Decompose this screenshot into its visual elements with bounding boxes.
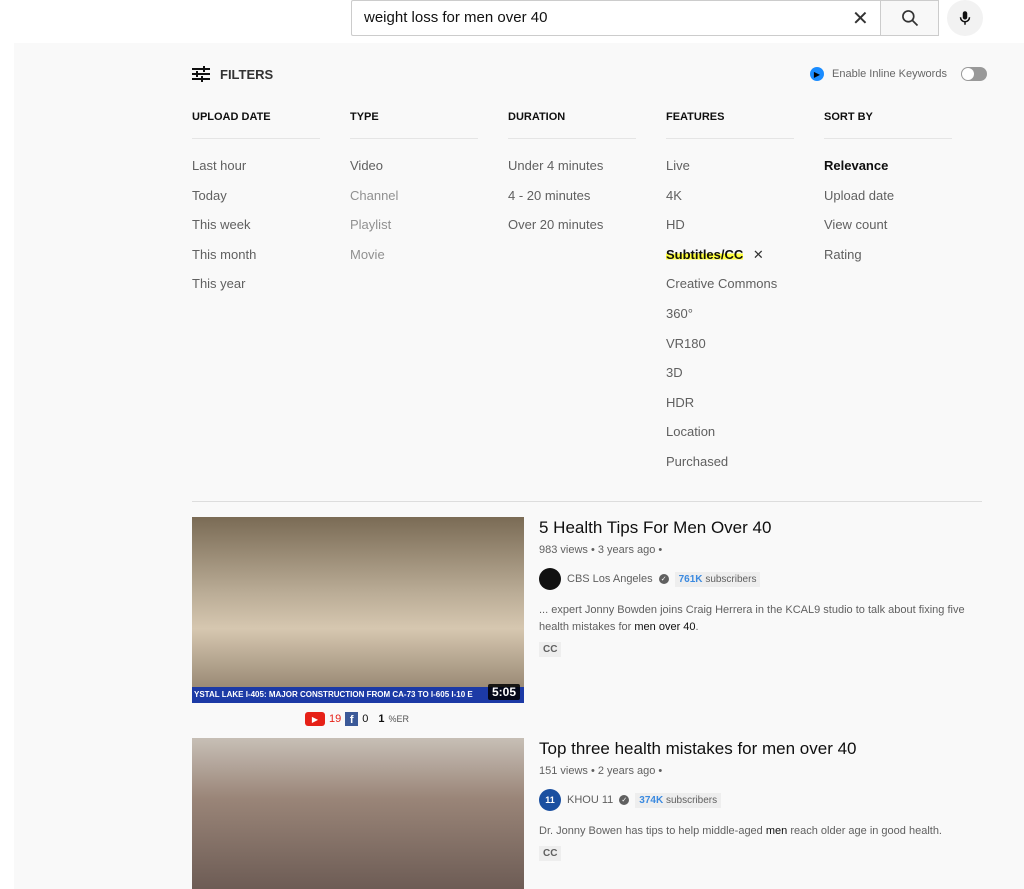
filter-column: DURATION Under 4 minutes 4 - 20 minutes Ove… [508, 111, 636, 247]
filters-button[interactable]: FILTERS [192, 66, 273, 82]
verified-icon: ✓ [619, 795, 630, 805]
filter-option[interactable]: 4K [666, 188, 794, 218]
filter-column: TYPE Video Channel Playlist Movie [350, 111, 478, 276]
filter-option[interactable]: VR180 [666, 336, 794, 366]
video-thumbnail[interactable] [192, 738, 524, 889]
desc-text: reach older age in good health. [787, 825, 942, 837]
filter-column: FEATURES Live 4K HD Subtitles/CC ✕ Creative C… [666, 111, 794, 484]
video-thumbnail[interactable]: YSTAL LAKE I-405: MAJOR CONSTRUCTION FRO… [192, 517, 524, 703]
filter-option-label: Subtitles/CC [666, 246, 744, 262]
filter-column: UPLOAD DATE Last hour Today This week This m… [192, 111, 320, 306]
filter-option[interactable]: Upload date [824, 188, 952, 218]
filter-option[interactable]: Video [350, 158, 478, 188]
filter-column-header: FEATURES [666, 111, 794, 139]
filter-option[interactable]: HD [666, 217, 794, 247]
er-value: 1 [378, 713, 385, 725]
divider [192, 501, 982, 502]
search-icon [901, 10, 918, 27]
desc-text: Dr. Jonny Bowen has tips to help middle-… [539, 825, 766, 837]
desc-highlight: men over 40 [634, 621, 696, 633]
channel-avatar[interactable]: 11 [539, 789, 561, 811]
filter-column-header: SORT BY [824, 111, 952, 139]
filter-option[interactable]: This week [192, 217, 320, 247]
search-button[interactable] [880, 0, 939, 36]
filter-option[interactable]: Rating [824, 247, 952, 277]
verified-icon: ✓ [658, 574, 669, 584]
close-icon[interactable]: ✕ [852, 6, 869, 31]
channel-row: 11 KHOU 11 ✓ 374K subscribers [539, 789, 989, 811]
video-meta: 983 views • 3 years ago • [539, 544, 663, 556]
filter-option[interactable]: Under 4 minutes [508, 158, 636, 188]
video-description: ... expert Jonny Bowden joins Craig Herr… [539, 602, 989, 636]
cc-badge: CC [539, 846, 562, 861]
filter-option[interactable]: Creative Commons [666, 276, 794, 306]
filter-option[interactable]: Last hour [192, 158, 320, 188]
filter-option[interactable]: Purchased [666, 454, 794, 484]
channel-name[interactable]: KHOU 11 [567, 794, 613, 806]
video-result: 5 Health Tips For Men Over 40 983 views … [539, 518, 989, 657]
filter-column: SORT BY Relevance Upload date View count Rat… [824, 111, 952, 276]
filter-option[interactable]: Today [192, 188, 320, 218]
video-title[interactable]: 5 Health Tips For Men Over 40 [539, 518, 989, 538]
inline-keywords: ▶ Enable Inline Keywords [810, 67, 987, 81]
subs-count: 761K [678, 573, 703, 585]
video-description: Dr. Jonny Bowen has tips to help middle-… [539, 823, 989, 840]
filter-option[interactable]: Playlist [350, 217, 478, 247]
duration-badge: 5:05 [487, 684, 520, 700]
filter-option[interactable]: Relevance [824, 158, 952, 188]
desc-highlight: men [765, 825, 788, 837]
filter-option[interactable]: This month [192, 247, 320, 277]
video-result: Top three health mistakes for men over 4… [539, 739, 989, 861]
filter-option[interactable]: Movie [350, 247, 478, 277]
inline-keywords-label: Enable Inline Keywords [832, 68, 947, 80]
subscriber-badge: 761K subscribers [674, 571, 761, 587]
mic-icon [959, 11, 971, 25]
filter-column-header: UPLOAD DATE [192, 111, 320, 139]
video-title[interactable]: Top three health mistakes for men over 4… [539, 739, 989, 759]
desc-text: . [695, 621, 699, 633]
fb-count: 0 [362, 713, 369, 725]
filter-option[interactable]: Live [666, 158, 794, 188]
sliders-icon [192, 66, 210, 82]
channel-name[interactable]: CBS Los Angeles [567, 573, 653, 585]
er-label: %ER [388, 714, 410, 724]
filter-option[interactable]: 4 - 20 minutes [508, 188, 636, 218]
filters-label: FILTERS [220, 66, 274, 82]
filter-option[interactable]: Subtitles/CC ✕ [666, 246, 794, 277]
subs-count: 374K [639, 794, 664, 806]
filter-option[interactable]: Channel [350, 188, 478, 218]
subs-label: subscribers [705, 573, 757, 585]
video-meta: 151 views • 2 years ago • [539, 765, 663, 777]
search-input[interactable]: weight loss for men over 40 [351, 0, 881, 36]
remove-filter-icon[interactable]: ✕ [753, 247, 764, 262]
filter-option[interactable]: 3D [666, 365, 794, 395]
video-stats: ▶ 19 f0 1 %ER [305, 712, 409, 726]
filter-option[interactable]: Location [666, 424, 794, 454]
filter-option[interactable]: 360° [666, 306, 794, 336]
channel-avatar[interactable] [539, 568, 561, 590]
subscriber-badge: 374K subscribers [635, 792, 722, 808]
facebook-icon: f [345, 712, 359, 726]
filter-column-header: DURATION [508, 111, 636, 139]
cc-badge: CC [539, 642, 562, 657]
filter-option[interactable]: This year [192, 276, 320, 306]
youtube-icon: ▶ [305, 712, 325, 726]
yt-count: 19 [329, 713, 342, 725]
extension-logo-icon: ▶ [810, 67, 824, 81]
subs-label: subscribers [665, 794, 718, 806]
news-ticker: YSTAL LAKE I-405: MAJOR CONSTRUCTION FRO… [192, 687, 524, 703]
desc-text: ... expert Jonny Bowden joins Craig Herr… [539, 604, 965, 633]
filter-column-header: TYPE [350, 111, 478, 139]
voice-search-button[interactable] [947, 0, 983, 36]
filter-option[interactable]: View count [824, 217, 952, 247]
filter-option[interactable]: Over 20 minutes [508, 217, 636, 247]
inline-keywords-toggle[interactable] [960, 67, 987, 81]
filter-option[interactable]: HDR [666, 395, 794, 425]
channel-row: CBS Los Angeles ✓ 761K subscribers [539, 568, 989, 590]
